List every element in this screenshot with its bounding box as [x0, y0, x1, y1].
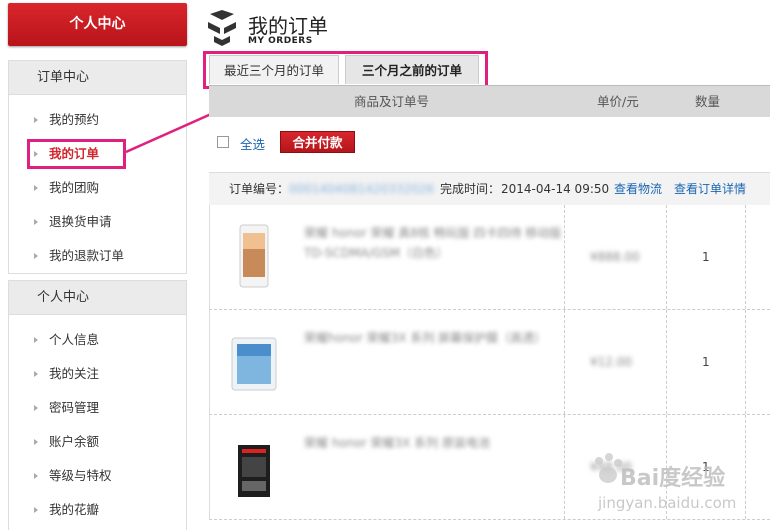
- completion-time-value: 2014-04-14 09:50: [501, 182, 610, 196]
- sidebar-item-password[interactable]: 密码管理: [9, 391, 186, 425]
- sidebar-item-group-buy[interactable]: 我的团购: [9, 171, 186, 205]
- product-quantity: 1: [702, 250, 710, 264]
- tab-recent-three-months[interactable]: 最近三个月的订单: [209, 55, 339, 84]
- product-name[interactable]: 荣耀 honor 荣耀 真8核 畅玩版 四卡四待 移动版 TD-SCDMA/GS…: [304, 223, 564, 263]
- page-title: 我的订单: [248, 14, 328, 38]
- bullet-icon: [34, 253, 38, 259]
- completion-time-label: 完成时间：: [440, 182, 501, 196]
- bullet-icon: [34, 507, 38, 513]
- column-header-quantity: 数量: [695, 94, 721, 109]
- product-price: ¥888.00: [590, 250, 640, 264]
- sidebar-item-personal-info[interactable]: 个人信息: [9, 323, 186, 357]
- product-price: ¥12.00: [590, 355, 632, 369]
- order-item-row: 荣耀 honor 荣耀 真8核 畅玩版 四卡四待 移动版 TD-SCDMA/GS…: [209, 205, 770, 310]
- column-divider: [564, 310, 565, 414]
- bullet-icon: [34, 117, 38, 123]
- column-divider: [564, 205, 565, 309]
- table-header: 商品及订单号 单价/元 数量: [209, 85, 770, 117]
- order-item-row: 荣耀honor 荣耀3X 系列 屏幕保护膜（高透） ¥12.00 1: [209, 310, 770, 415]
- sidebar-item-level[interactable]: 等级与特权: [9, 459, 186, 493]
- select-all-checkbox[interactable]: [217, 136, 229, 148]
- view-logistics-link[interactable]: 查看物流: [614, 173, 662, 206]
- select-all-link[interactable]: 全选: [240, 134, 265, 153]
- column-divider: [666, 205, 667, 309]
- sidebar: 个人中心 订单中心 我的预约 我的订单 我的团购 退换货申请 我的退款订单 个人…: [8, 0, 188, 530]
- watermark-line1: Bai度经验: [620, 466, 726, 491]
- highlight-box-my-orders: [27, 139, 126, 169]
- watermark: Bai度经验 jingyan.baidu.com: [590, 452, 770, 522]
- sidebar-item-returns[interactable]: 退换货申请: [9, 205, 186, 239]
- product-phone-white-image: [239, 224, 269, 288]
- column-divider: [666, 310, 667, 414]
- watermark-line2: jingyan.baidu.com: [598, 494, 737, 512]
- product-name[interactable]: 荣耀honor 荣耀3X 系列 屏幕保护膜（高透）: [304, 328, 564, 348]
- product-battery-image: [238, 445, 270, 497]
- sidebar-item-refund-orders[interactable]: 我的退款订单: [9, 239, 186, 273]
- column-header-unit-price: 单价/元: [597, 94, 639, 109]
- paw-logo-icon: [595, 453, 622, 483]
- order-number-label: 订单编号：: [229, 182, 290, 196]
- bullet-icon: [34, 219, 38, 225]
- bullet-icon: [34, 371, 38, 377]
- column-divider: [745, 310, 746, 414]
- order-info-bar: 订单编号： 0001404081420332026 完成时间： 2014-04-…: [209, 172, 770, 205]
- column-divider: [745, 205, 746, 309]
- orders-logo-icon: [208, 10, 236, 46]
- product-name[interactable]: 荣耀 honor 荣耀3X 系列 原装电池: [304, 433, 564, 453]
- sidebar-item-follows[interactable]: 我的关注: [9, 357, 186, 391]
- column-divider: [564, 415, 565, 519]
- product-quantity: 1: [702, 355, 710, 369]
- tab-before-three-months[interactable]: 三个月之前的订单: [345, 55, 479, 84]
- bullet-icon: [34, 473, 38, 479]
- bullet-icon: [34, 439, 38, 445]
- personal-center-button[interactable]: 个人中心: [8, 3, 187, 46]
- order-number-value: 0001404081420332026: [289, 182, 435, 196]
- sidebar-item-balance[interactable]: 账户余额: [9, 425, 186, 459]
- merge-pay-button[interactable]: 合并付款: [280, 131, 355, 153]
- sidebar-group-title: 个人中心: [9, 281, 186, 315]
- column-header-product: 商品及订单号: [354, 94, 430, 109]
- view-order-detail-link[interactable]: 查看订单详情: [674, 173, 746, 206]
- product-screen-protector-image: [231, 337, 277, 391]
- sidebar-item-petals[interactable]: 我的花瓣: [9, 493, 186, 527]
- sidebar-group-personal: 个人中心 个人信息 我的关注 密码管理 账户余额 等级与特权 我的花瓣: [8, 280, 187, 530]
- bullet-icon: [34, 185, 38, 191]
- bullet-icon: [34, 337, 38, 343]
- bullet-icon: [34, 405, 38, 411]
- page: 个人中心 订单中心 我的预约 我的订单 我的团购 退换货申请 我的退款订单 个人…: [0, 0, 770, 530]
- page-subtitle: MY ORDERS: [248, 36, 313, 46]
